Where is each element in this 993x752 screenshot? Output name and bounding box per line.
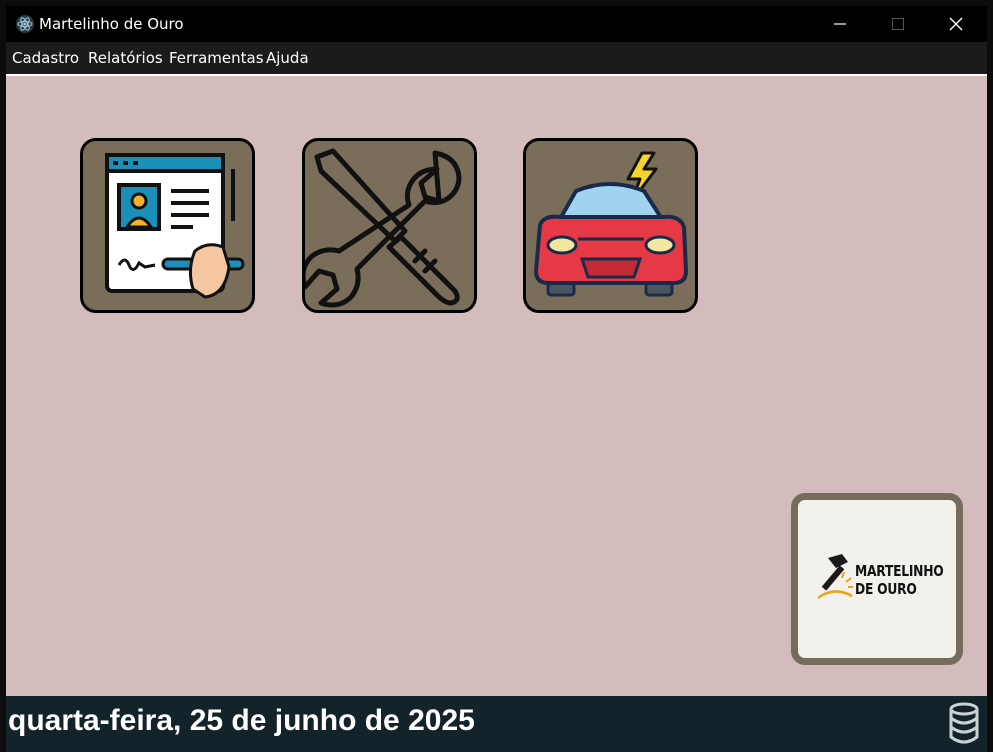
app-window: Martelinho de Ouro Cadastro Relatórios F… — [6, 6, 987, 752]
app-icon — [16, 15, 34, 33]
maximize-icon — [892, 18, 904, 30]
window-title: Martelinho de Ouro — [39, 15, 184, 33]
menu-ferramentas[interactable]: Ferramentas — [169, 49, 264, 67]
car-repair-icon — [534, 151, 688, 297]
menu-ajuda[interactable]: Ajuda — [266, 49, 309, 67]
veiculos-tile-button[interactable] — [523, 138, 698, 313]
registration-form-icon — [105, 153, 245, 299]
menu-cadastro[interactable]: Cadastro — [12, 49, 79, 67]
ferramentas-tile-button[interactable] — [302, 138, 477, 313]
menu-bar: Cadastro Relatórios Ferramentas Ajuda — [6, 42, 987, 76]
current-date: quarta-feira, 25 de junho de 2025 — [8, 704, 475, 737]
minimize-icon — [834, 23, 846, 25]
status-bar: quarta-feira, 25 de junho de 2025 — [6, 696, 987, 752]
logo-card: MARTELINHO DE OURO — [791, 493, 963, 665]
tools-wrench-screwdriver-icon — [305, 148, 462, 308]
logo-text-line1: MARTELINHO — [855, 562, 944, 580]
maximize-button[interactable] — [869, 6, 927, 42]
hammer-logo-icon — [817, 554, 853, 600]
cadastro-tile-button[interactable] — [80, 138, 255, 313]
close-button[interactable] — [927, 6, 985, 42]
database-icon[interactable] — [948, 702, 980, 744]
logo-text-line2: DE OURO — [855, 580, 917, 598]
title-bar[interactable]: Martelinho de Ouro — [6, 6, 987, 42]
close-icon — [949, 17, 963, 31]
minimize-button[interactable] — [811, 6, 869, 42]
menu-relatorios[interactable]: Relatórios — [88, 49, 163, 67]
